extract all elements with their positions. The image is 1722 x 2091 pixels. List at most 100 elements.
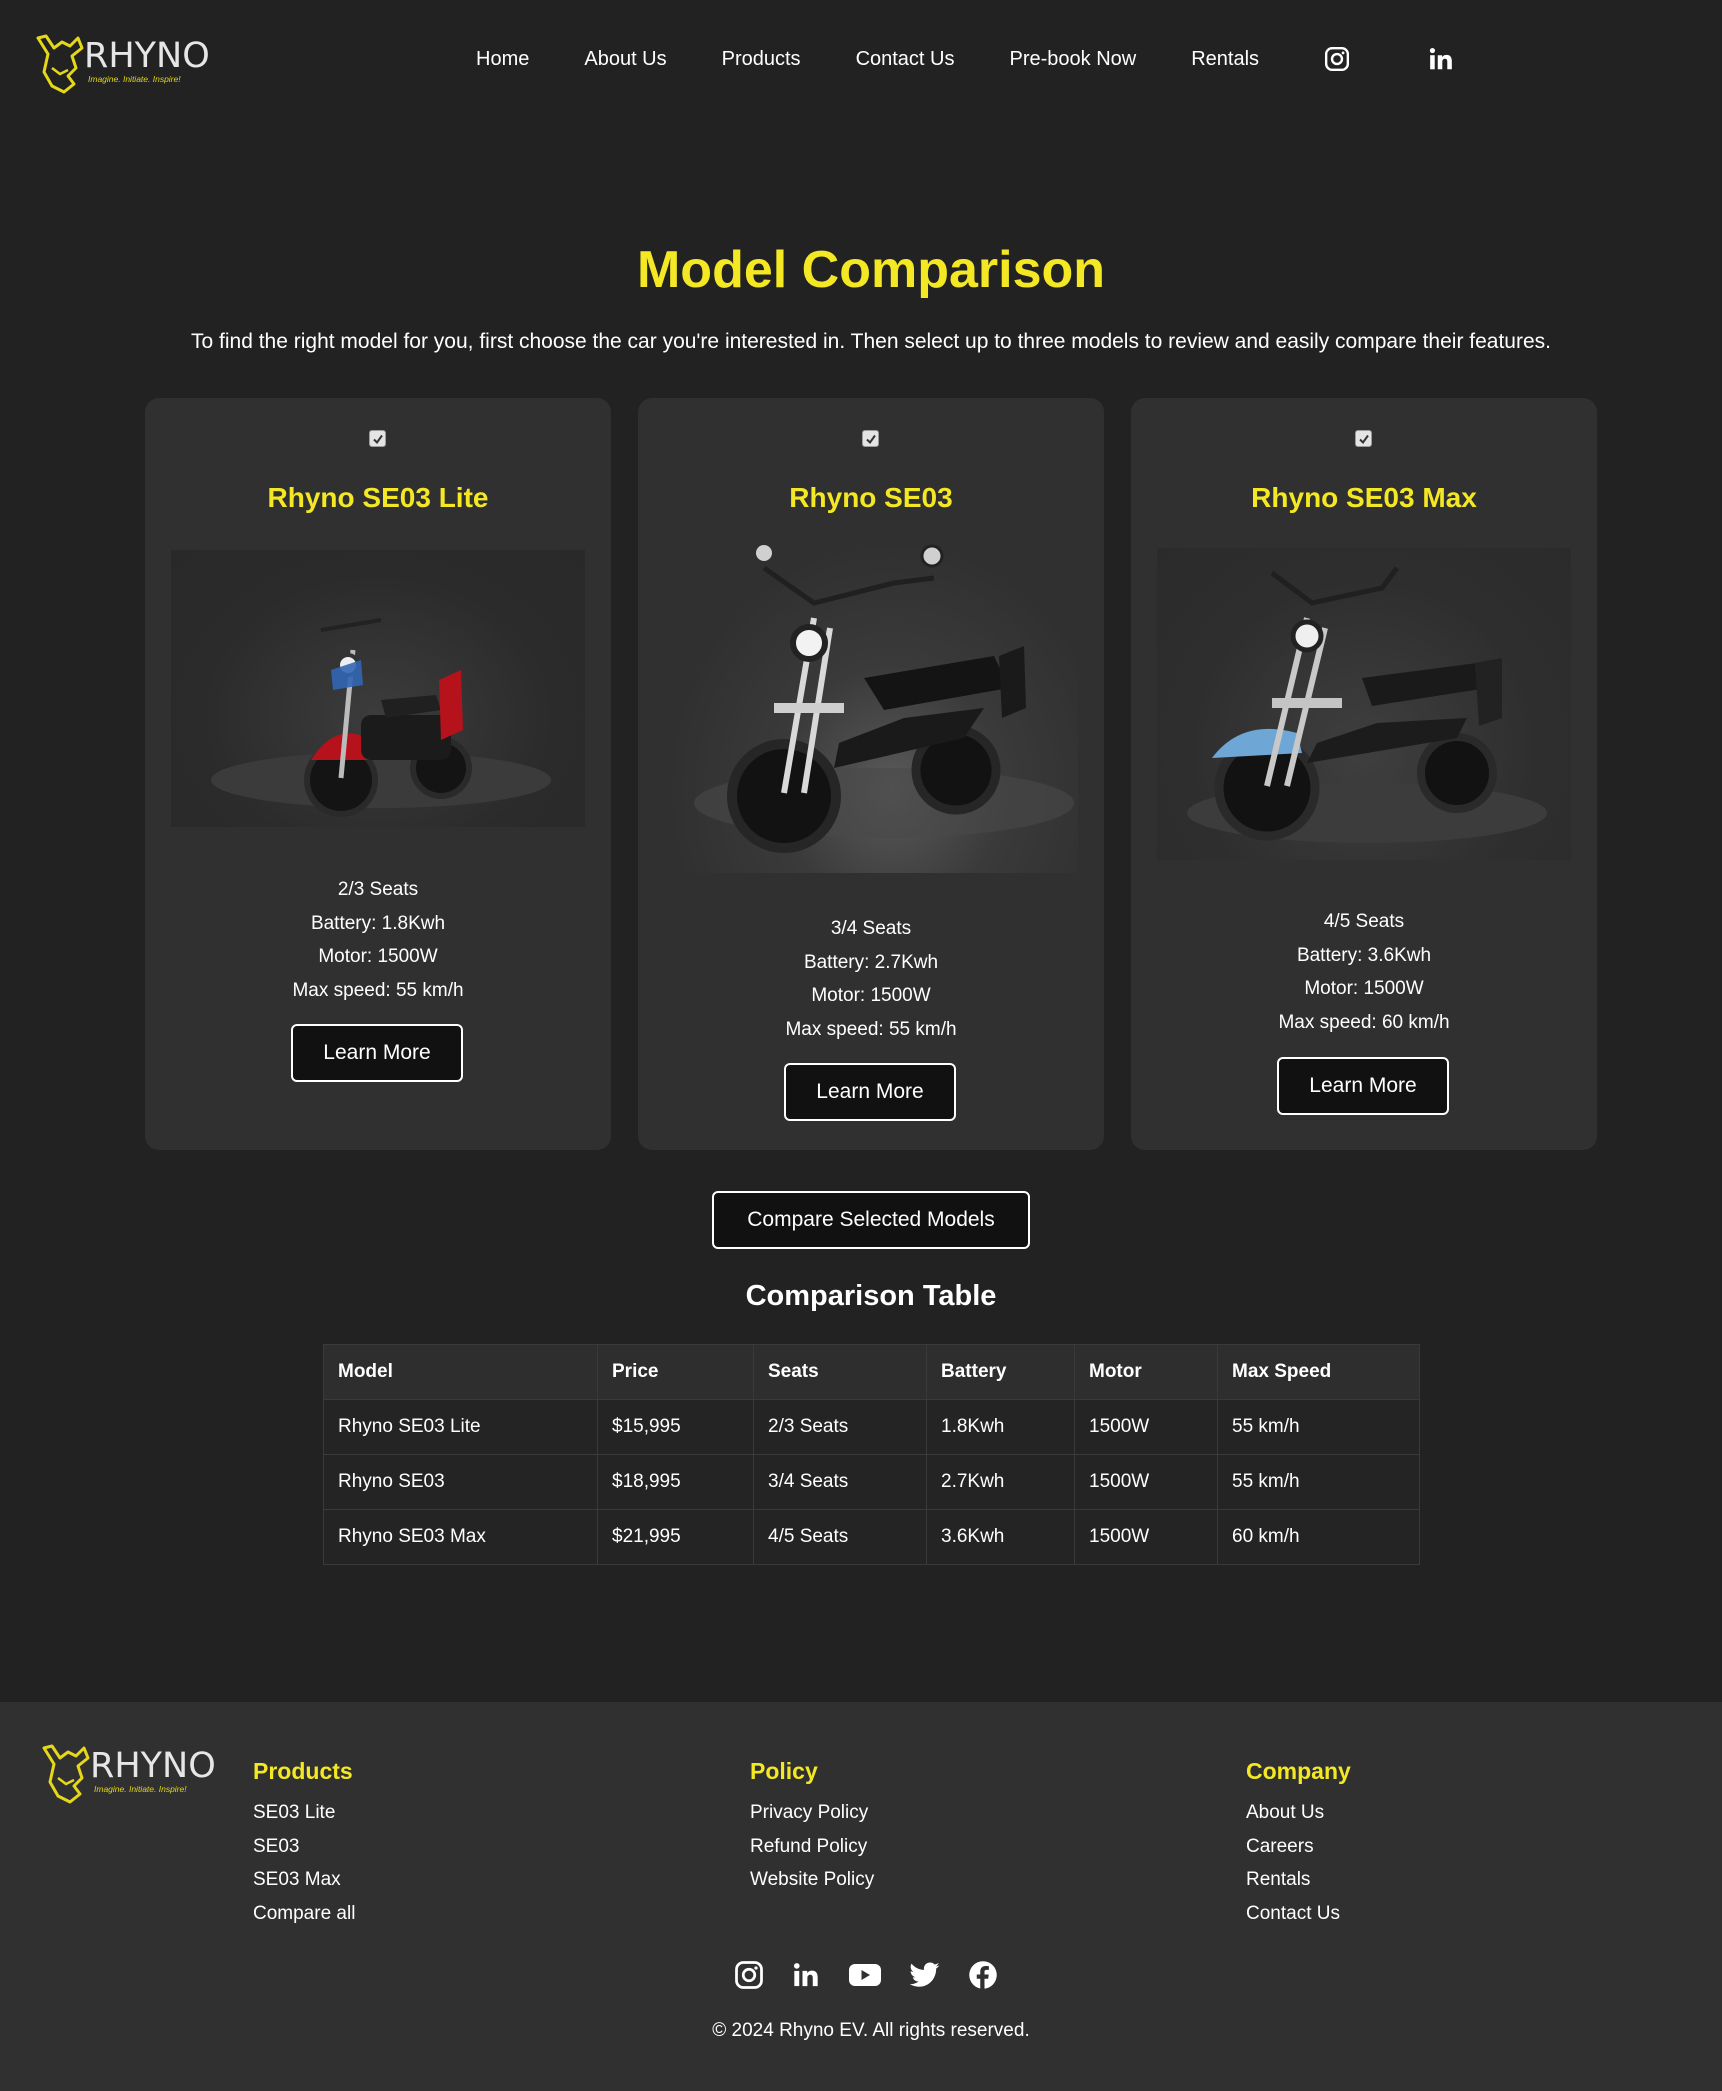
column-header-seats: Seats: [753, 1344, 927, 1400]
nav-pre-book-now[interactable]: Pre-book Now: [1010, 44, 1137, 74]
table-cell: 55 km/h: [1217, 1399, 1420, 1455]
table-cell: 4/5 Seats: [753, 1509, 927, 1565]
header-logo[interactable]: RHYNO Imagine. Initiate. Inspire!: [34, 28, 210, 94]
nav-home[interactable]: Home: [476, 44, 529, 74]
comparison-table: Model Price Seats Battery Motor Max Spee…: [323, 1344, 1420, 1565]
nav-contact-us[interactable]: Contact Us: [856, 44, 955, 74]
spec-max-speed: Max speed: 60 km/h: [1278, 1011, 1450, 1033]
footer-heading: Policy: [750, 1758, 818, 1784]
spec-motor: Motor: 1500W: [811, 985, 931, 1006]
footer-link-compare-all[interactable]: Compare all: [253, 1897, 355, 1931]
table-row: Rhyno SE03 Max $21,995 4/5 Seats 3.6Kwh …: [323, 1509, 1420, 1565]
nav-about-us[interactable]: About Us: [584, 44, 666, 74]
model-name: Rhyno SE03 Max: [1251, 482, 1477, 513]
table-cell: $15,995: [597, 1399, 754, 1455]
table-cell: 3/4 Seats: [753, 1454, 927, 1510]
spec-motor: Motor: 1500W: [318, 946, 438, 967]
spec-max-speed: Max speed: 55 km/h: [292, 979, 464, 1001]
nav-social: [1324, 46, 1454, 72]
table-cell: 1500W: [1074, 1454, 1218, 1510]
table-cell: 60 km/h: [1217, 1509, 1420, 1565]
footer-link-se03-lite[interactable]: SE03 Lite: [253, 1796, 355, 1830]
model-specs: 4/5 Seats Battery: 3.6Kwh Motor: 1500W M…: [1131, 905, 1597, 1039]
brand-tagline: Imagine. Initiate. Inspire!: [88, 74, 181, 84]
facebook-icon[interactable]: [968, 1960, 998, 1990]
table-cell: 3.6Kwh: [926, 1509, 1075, 1565]
column-header-model: Model: [323, 1344, 598, 1400]
scooter-image: [664, 538, 1078, 873]
model-card-se03-lite: Rhyno SE03 Lite 2/3 Seats Battery: 1.8Kw…: [145, 398, 611, 1150]
spec-battery: Battery: 3.6Kwh: [1296, 944, 1432, 966]
table-cell: $21,995: [597, 1509, 754, 1565]
learn-more-button[interactable]: Learn More: [1277, 1057, 1449, 1115]
rhino-logo-icon: [36, 34, 84, 94]
footer-heading: Products: [253, 1758, 353, 1784]
compare-selected-models-button[interactable]: Compare Selected Models: [712, 1191, 1030, 1249]
select-checkbox[interactable]: [369, 430, 386, 447]
twitter-icon[interactable]: [910, 1962, 940, 1988]
select-checkbox[interactable]: [862, 430, 879, 447]
learn-more-button[interactable]: Learn More: [784, 1063, 956, 1121]
table-cell: 2/3 Seats: [753, 1399, 927, 1455]
footer-link-about-us[interactable]: About Us: [1246, 1796, 1351, 1830]
select-checkbox[interactable]: [1355, 430, 1372, 447]
column-header-max-speed: Max Speed: [1217, 1344, 1420, 1400]
footer-link-contact-us[interactable]: Contact Us: [1246, 1897, 1351, 1931]
model-name: Rhyno SE03 Lite: [267, 482, 489, 513]
table-cell: 1500W: [1074, 1509, 1218, 1565]
linkedin-icon[interactable]: [1428, 46, 1454, 72]
scooter-image: [171, 550, 585, 827]
column-header-price: Price: [597, 1344, 754, 1400]
model-specs: 2/3 Seats Battery: 1.8Kwh Motor: 1500W M…: [145, 873, 611, 1007]
spec-motor: Motor: 1500W: [1304, 978, 1424, 999]
footer-social: [734, 1960, 998, 1990]
site-footer: RHYNO Imagine. Initiate. Inspire! Produc…: [0, 1702, 1722, 2091]
table-cell: 2.7Kwh: [926, 1454, 1075, 1510]
spec-battery: Battery: 2.7Kwh: [803, 951, 939, 973]
column-header-motor: Motor: [1074, 1344, 1218, 1400]
model-card-se03-max: Rhyno SE03 Max 4/5 Seats Battery: 3.6Kwh…: [1131, 398, 1597, 1150]
footer-link-se03-max[interactable]: SE03 Max: [253, 1863, 355, 1897]
spec-seats: 4/5 Seats: [1323, 911, 1405, 932]
footer-link-se03[interactable]: SE03: [253, 1830, 355, 1864]
column-header-battery: Battery: [926, 1344, 1075, 1400]
main-nav: Home About Us Products Contact Us Pre-bo…: [476, 44, 1454, 74]
spec-seats: 2/3 Seats: [337, 879, 419, 900]
table-cell: 55 km/h: [1217, 1454, 1420, 1510]
footer-link-rentals[interactable]: Rentals: [1246, 1863, 1351, 1897]
footer-link-website-policy[interactable]: Website Policy: [750, 1863, 874, 1897]
table-cell: Rhyno SE03: [323, 1454, 598, 1510]
instagram-icon[interactable]: [1324, 46, 1350, 72]
model-card-se03: Rhyno SE03 3/4 Seats Battery: 2.7Kwh Mot…: [638, 398, 1104, 1150]
linkedin-icon[interactable]: [792, 1961, 820, 1989]
footer-column-products: Products SE03 Lite SE03 SE03 Max Compare…: [253, 1756, 355, 1930]
instagram-icon[interactable]: [734, 1960, 764, 1990]
footer-link-refund-policy[interactable]: Refund Policy: [750, 1830, 874, 1864]
table-cell: 1500W: [1074, 1399, 1218, 1455]
brand-name: RHYNO: [90, 1746, 216, 1786]
nav-rentals[interactable]: Rentals: [1191, 44, 1259, 74]
footer-logo[interactable]: RHYNO Imagine. Initiate. Inspire!: [40, 1738, 216, 1804]
nav-products[interactable]: Products: [722, 44, 801, 74]
model-name: Rhyno SE03: [789, 482, 953, 513]
spec-seats: 3/4 Seats: [830, 918, 912, 939]
table-cell: Rhyno SE03 Lite: [323, 1399, 598, 1455]
footer-link-careers[interactable]: Careers: [1246, 1830, 1351, 1864]
spec-max-speed: Max speed: 55 km/h: [785, 1018, 957, 1040]
copyright-text: © 2024 Rhyno EV. All rights reserved.: [712, 2020, 1030, 2041]
site-header: RHYNO Imagine. Initiate. Inspire! Home A…: [0, 0, 1722, 120]
learn-more-button[interactable]: Learn More: [291, 1024, 463, 1082]
comparison-table-title: Comparison Table: [745, 1280, 997, 1312]
brand-tagline: Imagine. Initiate. Inspire!: [94, 1784, 187, 1794]
table-row: Rhyno SE03 Lite $15,995 2/3 Seats 1.8Kwh…: [323, 1399, 1420, 1455]
page-intro: To find the right model for you, first c…: [191, 330, 1551, 353]
spec-battery: Battery: 1.8Kwh: [310, 912, 446, 934]
table-header-row: Model Price Seats Battery Motor Max Spee…: [323, 1344, 1420, 1400]
youtube-icon[interactable]: [848, 1962, 882, 1988]
table-row: Rhyno SE03 $18,995 3/4 Seats 2.7Kwh 1500…: [323, 1454, 1420, 1510]
footer-column-company: Company About Us Careers Rentals Contact…: [1246, 1756, 1351, 1930]
table-cell: Rhyno SE03 Max: [323, 1509, 598, 1565]
brand-name: RHYNO: [84, 36, 210, 76]
footer-link-privacy-policy[interactable]: Privacy Policy: [750, 1796, 874, 1830]
footer-heading: Company: [1246, 1758, 1351, 1784]
